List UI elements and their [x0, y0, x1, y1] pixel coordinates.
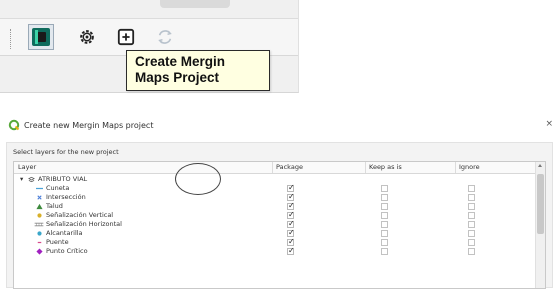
- sync-button[interactable]: [152, 24, 178, 50]
- column-header-layer[interactable]: Layer: [18, 163, 36, 173]
- mergin-plugin-button[interactable]: [28, 24, 54, 50]
- ignore-checkbox[interactable]: [468, 248, 475, 255]
- keep-checkbox[interactable]: [381, 230, 388, 237]
- scroll-up-arrow-icon[interactable]: [538, 164, 542, 167]
- layer-name: Puente: [46, 238, 69, 246]
- ignore-checkbox[interactable]: [468, 239, 475, 246]
- package-checkbox[interactable]: [287, 219, 295, 229]
- keep-checkbox[interactable]: [381, 248, 388, 255]
- layer-name: Señalización Horizontal: [46, 220, 122, 228]
- plus-icon: [117, 28, 135, 46]
- tooltip: Create Mergin Maps Project: [126, 50, 270, 91]
- layer-row[interactable]: Cuneta: [14, 183, 537, 193]
- package-checkbox[interactable]: [287, 228, 295, 238]
- keep-checkbox[interactable]: [381, 185, 388, 192]
- ignore-checkbox[interactable]: [468, 203, 475, 210]
- package-checkbox[interactable]: [287, 246, 295, 256]
- diamond-icon: [36, 248, 43, 255]
- dot-icon: [37, 213, 42, 218]
- layer-group-icon: [28, 176, 35, 183]
- column-header-ignore[interactable]: Ignore: [459, 163, 480, 173]
- layer-group-row[interactable]: ▾ ATRIBUTO VIAL: [14, 175, 537, 184]
- layer-row[interactable]: Punto Crítico: [14, 246, 537, 256]
- create-project-button[interactable]: [113, 24, 139, 50]
- settings-button[interactable]: [74, 24, 100, 50]
- scrollbar-thumb[interactable]: [537, 174, 544, 234]
- package-checkbox[interactable]: [287, 192, 295, 202]
- column-header-keep[interactable]: Keep as is: [369, 163, 402, 173]
- ignore-checkbox[interactable]: [468, 212, 475, 219]
- keep-checkbox[interactable]: [381, 212, 388, 219]
- ignore-checkbox[interactable]: [468, 230, 475, 237]
- layer-name: Talud: [46, 202, 63, 210]
- expander-icon[interactable]: ▾: [20, 175, 23, 184]
- dot-icon: [37, 231, 42, 236]
- layer-name: Intersección: [46, 193, 86, 201]
- column-divider[interactable]: [272, 162, 273, 173]
- dialog-title: Create new Mergin Maps project: [24, 120, 154, 130]
- layer-row[interactable]: Señalización Horizontal: [14, 219, 537, 229]
- cursor-highlight-circle: [175, 163, 221, 195]
- ignore-checkbox[interactable]: [468, 194, 475, 201]
- package-checkbox[interactable]: [287, 201, 295, 211]
- dash-icon: [37, 241, 42, 244]
- dialog-titlebar: Create new Mergin Maps project ×: [0, 112, 557, 138]
- layer-name: Alcantarilla: [46, 229, 83, 237]
- line-icon: [36, 187, 43, 190]
- layer-name: Cuneta: [46, 184, 70, 192]
- qgis-logo-icon: [8, 119, 20, 131]
- layer-row[interactable]: Señalización Vertical: [14, 210, 537, 220]
- group-name: ATRIBUTO VIAL: [38, 175, 88, 183]
- close-button[interactable]: ×: [545, 119, 553, 129]
- column-divider[interactable]: [455, 162, 456, 173]
- toolbar-scrollbar[interactable]: [160, 0, 230, 8]
- column-divider[interactable]: [365, 162, 366, 173]
- keep-checkbox[interactable]: [381, 239, 388, 246]
- section-label: Select layers for the new project: [13, 148, 119, 156]
- create-project-dialog: Create new Mergin Maps project × Select …: [0, 112, 557, 289]
- keep-checkbox[interactable]: [381, 221, 388, 228]
- package-checkbox[interactable]: [287, 237, 295, 247]
- layer-name: Señalización Vertical: [46, 211, 114, 219]
- plugin-toolbar-area: Create Mergin Maps Project: [0, 0, 299, 93]
- tree-header: Layer Package Keep as is Ignore: [14, 162, 545, 174]
- triangle-icon: [36, 203, 43, 210]
- ignore-checkbox[interactable]: [468, 221, 475, 228]
- layer-row[interactable]: Alcantarilla: [14, 228, 537, 238]
- gear-icon: [80, 30, 94, 44]
- hatch-line-icon: [34, 222, 44, 227]
- mergin-map-icon: [32, 28, 50, 46]
- package-checkbox[interactable]: [287, 183, 295, 193]
- column-header-package[interactable]: Package: [276, 163, 303, 173]
- layer-row[interactable]: Intersección: [14, 192, 537, 202]
- package-checkbox[interactable]: [287, 210, 295, 220]
- dialog-body: Select layers for the new project Layer …: [6, 142, 553, 289]
- layer-row[interactable]: Talud: [14, 201, 537, 211]
- layer-tree[interactable]: Layer Package Keep as is Ignore ▾ ATRIBU…: [13, 161, 546, 289]
- layer-name: Punto Crítico: [46, 247, 88, 255]
- keep-checkbox[interactable]: [381, 194, 388, 201]
- keep-checkbox[interactable]: [381, 203, 388, 210]
- cross-icon: [37, 195, 42, 200]
- ignore-checkbox[interactable]: [468, 185, 475, 192]
- toolbar-handle[interactable]: [10, 29, 13, 49]
- sync-icon: [158, 30, 172, 44]
- tree-scrollbar[interactable]: [535, 162, 545, 288]
- layer-row[interactable]: Puente: [14, 237, 537, 247]
